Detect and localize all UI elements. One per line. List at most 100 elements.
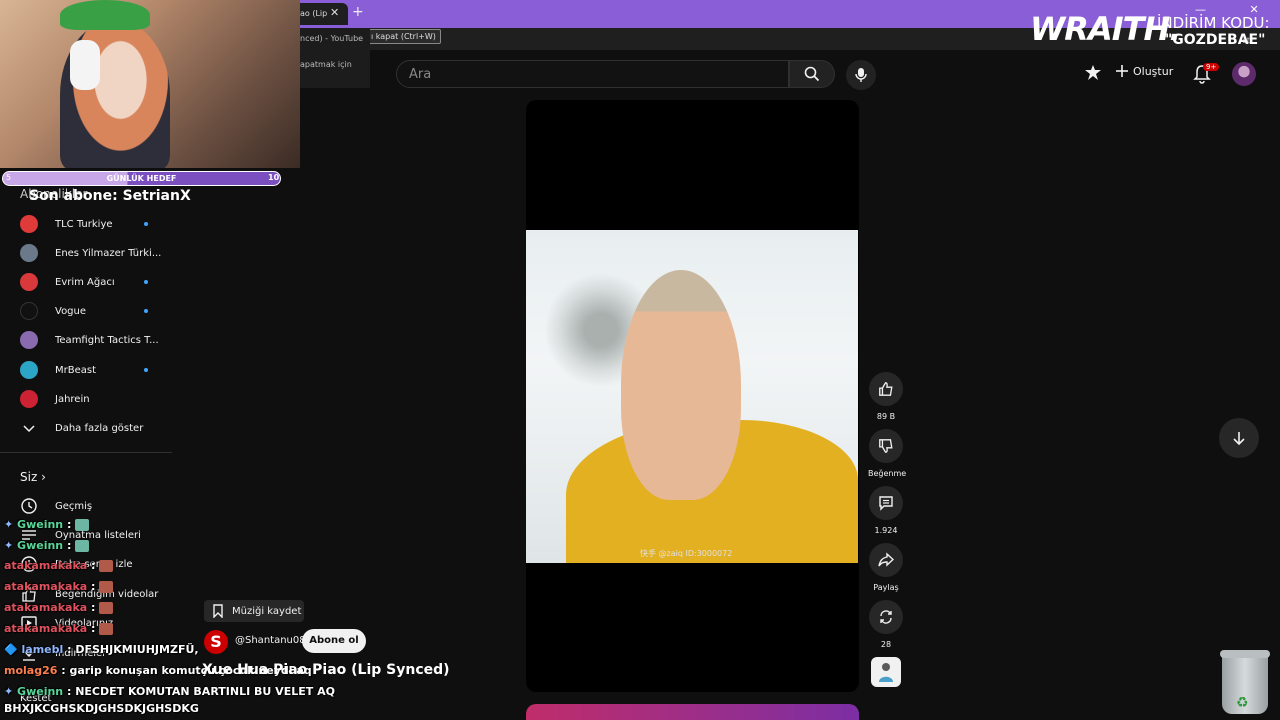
chat-text: : DFSHJKMIUHJMZFÜ, [63, 643, 199, 656]
like-circle[interactable] [869, 372, 903, 406]
badge-icon: 🔷 [4, 643, 22, 656]
short-video-frame[interactable] [526, 230, 858, 563]
sidebar-item-label: Geçmiş [55, 500, 93, 512]
short-title[interactable]: Xue Hua Piao Piao (Lip Synced) [202, 662, 450, 678]
chat-message: atakamakaka : [4, 622, 114, 635]
show-more-button[interactable]: Daha fazla göster [20, 418, 170, 438]
chat-username: atakamakaka [4, 559, 88, 572]
thumbs-down-icon [879, 439, 893, 453]
sidebar-item-jahrein[interactable]: Jahrein [20, 389, 170, 409]
man-face [621, 270, 741, 500]
badge-icon: ✦ [4, 685, 18, 698]
person-icon [879, 663, 893, 682]
emote-icon [99, 623, 114, 635]
emote-icon [99, 602, 114, 614]
sidebar-item-history[interactable]: Geçmiş [20, 496, 170, 516]
promo-code: "GOZDEBAE" [1165, 32, 1266, 48]
next-short-preview[interactable] [526, 704, 859, 720]
channel-avatar[interactable]: S [204, 630, 228, 654]
hover-card-hint: apatmak için [300, 60, 352, 69]
share-circle[interactable] [869, 543, 903, 577]
sidebar-item-label: Vogue [55, 305, 87, 317]
save-music-button[interactable]: Müziği kaydet [204, 600, 304, 622]
shorts-icon[interactable] [1084, 64, 1102, 86]
you-section-heading[interactable]: Siz › [20, 470, 46, 484]
chat-username: atakamakaka [4, 601, 88, 614]
sound-thumbnail[interactable] [871, 657, 901, 687]
sidebar-item-mrbeast[interactable]: MrBeast [20, 360, 170, 380]
dislike-circle[interactable] [869, 429, 903, 463]
show-more-label: Daha fazla göster [55, 422, 144, 434]
comments-button[interactable]: 1.924 [868, 486, 904, 535]
remix-button[interactable]: 28 [868, 600, 904, 649]
channel-avatar [20, 331, 38, 349]
chat-username: atakamakaka [4, 622, 88, 635]
chat-message: 🔷 lamebl : DFSHJKMIUHJMZFÜ, [4, 643, 199, 656]
recycle-symbol-icon: ♻ [1236, 695, 1249, 711]
sidebar-item-evrim-agaci[interactable]: Evrim Ağacı [20, 272, 170, 292]
channel-avatar [20, 215, 38, 233]
chat-message: atakamakaka : [4, 601, 114, 614]
remix-circle[interactable] [869, 600, 903, 634]
channel-avatar [20, 361, 38, 379]
search-input[interactable]: Ara [396, 60, 789, 88]
search-button[interactable] [789, 60, 835, 88]
hat-decoration [60, 0, 150, 30]
tab-hover-card: nced) - YouTube apatmak için [296, 28, 370, 88]
sidebar-item-enes-yilmazer[interactable]: Enes Yilmazer Türki... [20, 243, 170, 263]
avatar[interactable] [1232, 62, 1256, 86]
chat-message: atakamakaka : [4, 559, 114, 572]
you-heading-label: Siz [20, 470, 38, 484]
create-button[interactable]: Oluştur [1115, 64, 1173, 78]
thumbs-up-icon [879, 382, 893, 396]
sidebar-item-teamfight-tactics[interactable]: Teamfight Tactics T... [20, 330, 170, 350]
sidebar-item-label: TLC Turkiye [55, 218, 113, 230]
share-button[interactable]: Paylaş [868, 543, 904, 592]
new-content-dot [144, 368, 148, 372]
plus-icon [1116, 65, 1128, 77]
headset-icon [70, 40, 100, 90]
chat-message: ✦ Gweinn : NECDET KOMUTAN BARTINLI BU VE… [4, 685, 335, 698]
hover-card-title: nced) - YouTube [300, 34, 364, 43]
channel-name[interactable]: @Shantanu08 [235, 635, 306, 646]
chat-username: Gweinn [17, 685, 64, 698]
subscribe-button[interactable]: Abone ol [302, 629, 366, 653]
chat-text: : [87, 622, 100, 635]
share-label: Paylaş [873, 583, 899, 592]
remix-count: 28 [880, 640, 892, 649]
channel-avatar [20, 273, 38, 291]
channel-avatar [20, 244, 38, 262]
emote-icon [99, 560, 114, 572]
next-short-button[interactable] [1219, 418, 1259, 458]
goal-label: GÜNLÜK HEDEF [106, 174, 177, 183]
remix-icon [880, 610, 892, 624]
chat-message: ✦ Gweinn : [4, 539, 90, 552]
chat-username: Gweinn [17, 518, 64, 531]
new-tab-icon[interactable]: + [352, 4, 364, 20]
voice-search-button[interactable] [846, 60, 876, 90]
chat-text: : [87, 601, 100, 614]
dislike-button[interactable]: Beğenme [868, 429, 906, 478]
sidebar-item-vogue[interactable]: Vogue [20, 301, 170, 321]
promo-label: İNDİRİM KODU: [1157, 14, 1270, 32]
chat-username: lamebl [21, 643, 64, 656]
sidebar-item-label: Evrim Ağacı [55, 276, 115, 288]
create-label: Oluştur [1133, 64, 1174, 78]
channel-avatar [20, 302, 38, 320]
arrow-down-icon [1233, 432, 1245, 446]
emote-icon [75, 519, 90, 531]
save-music-label: Müziği kaydet [232, 605, 302, 617]
sidebar-item-tlc-turkiye[interactable]: TLC Turkiye [20, 214, 170, 234]
tab-close-icon[interactable]: ✕ [330, 6, 339, 19]
tab-title: ao (Lip [300, 9, 328, 18]
chat-text: : [63, 539, 76, 552]
chat-username: molag26 [4, 664, 58, 677]
chat-text: : NECDET KOMUTAN BARTINLI BU VELET AQ [63, 685, 335, 698]
chevron-right-icon: › [41, 470, 46, 484]
close-tab-tooltip: ı kapat (Ctrl+W) [366, 29, 441, 44]
like-button[interactable]: 89 B [868, 372, 904, 421]
comment-icon [879, 496, 893, 511]
recycle-bin-lid [1220, 650, 1270, 658]
comments-circle[interactable] [869, 486, 903, 520]
chat-text: : [63, 518, 76, 531]
